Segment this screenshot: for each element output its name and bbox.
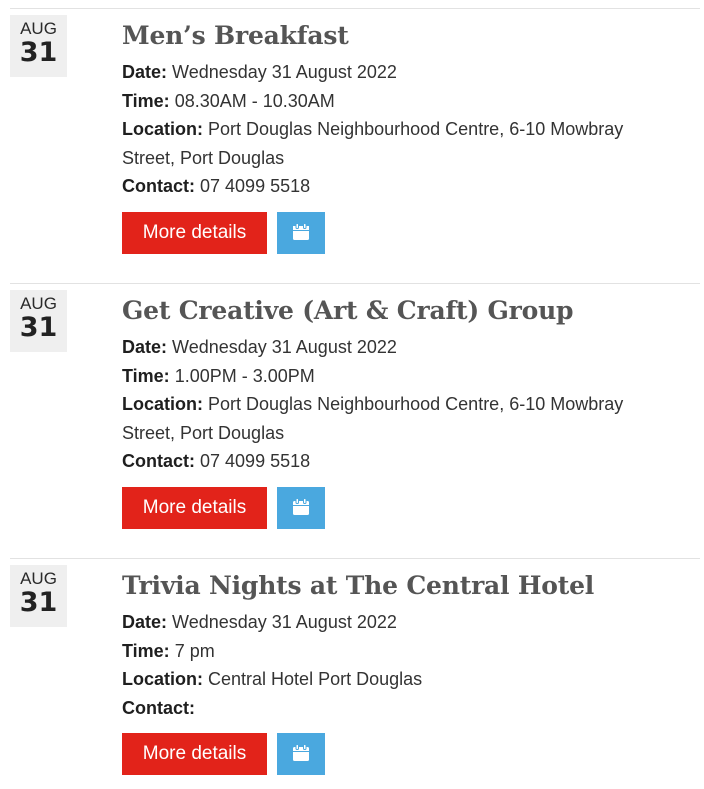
date-row: Date: Wednesday 31 August 2022 — [122, 58, 682, 87]
location-value-line2: Street, Port Douglas — [122, 422, 285, 443]
time-row: Time: 1.00PM - 3.00PM — [122, 362, 682, 391]
location-value-line1: Port Douglas Neighbourhood Centre, 6-10 … — [208, 119, 624, 140]
date-badge: AUG 31 — [10, 15, 67, 77]
contact-label: Contact: — [122, 176, 195, 197]
divider — [10, 283, 700, 284]
date-value: Wednesday 31 August 2022 — [172, 612, 397, 632]
date-label: Date: — [122, 612, 168, 632]
event-details: Date: Wednesday 31 August 2022 Time: 1.0… — [122, 333, 682, 476]
date-month: AUG — [20, 19, 57, 38]
add-to-calendar-button[interactable] — [277, 212, 325, 254]
time-label: Time: — [122, 90, 170, 111]
time-label: Time: — [122, 640, 170, 661]
location-label: Location: — [122, 669, 203, 690]
event-item: AUG 31 Men’s Breakfast Date: Wednesday 3… — [0, 8, 704, 283]
event-item: AUG 31 Get Creative (Art & Craft) Group … — [0, 283, 704, 558]
location-value-line2: Street, Port Douglas — [122, 147, 285, 168]
event-actions: More details — [122, 212, 325, 254]
add-to-calendar-button[interactable] — [277, 487, 325, 529]
time-value: 08.30AM - 10.30AM — [174, 90, 335, 111]
divider — [10, 558, 700, 559]
contact-label: Contact: — [122, 451, 195, 472]
more-details-button[interactable]: More details — [122, 487, 267, 529]
more-details-button[interactable]: More details — [122, 212, 267, 254]
calendar-icon — [291, 497, 311, 520]
date-month: AUG — [20, 569, 57, 588]
location-label: Location: — [122, 119, 203, 140]
contact-row: Contact: 07 4099 5518 — [122, 447, 682, 476]
time-row: Time: 08.30AM - 10.30AM — [122, 87, 682, 116]
time-value: 7 pm — [174, 640, 215, 661]
time-row: Time: 7 pm — [122, 637, 682, 666]
location-value-line1: Central Hotel Port Douglas — [208, 669, 423, 690]
date-day: 31 — [19, 587, 58, 618]
event-title[interactable]: Men’s Breakfast — [122, 20, 349, 52]
contact-row: Contact: 07 4099 5518 — [122, 172, 682, 201]
date-value: Wednesday 31 August 2022 — [172, 337, 397, 357]
event-title[interactable]: Trivia Nights at The Central Hotel — [122, 570, 594, 602]
date-label: Date: — [122, 337, 168, 357]
event-title[interactable]: Get Creative (Art & Craft) Group — [122, 295, 574, 327]
calendar-icon — [291, 222, 311, 245]
date-month: AUG — [20, 294, 57, 313]
date-row: Date: Wednesday 31 August 2022 — [122, 608, 682, 637]
time-label: Time: — [122, 365, 170, 386]
contact-row: Contact: — [122, 694, 682, 723]
contact-value: 07 4099 5518 — [200, 176, 311, 197]
event-actions: More details — [122, 733, 325, 775]
date-label: Date: — [122, 62, 168, 82]
location-label: Location: — [122, 394, 203, 415]
event-actions: More details — [122, 487, 325, 529]
divider — [10, 8, 700, 9]
date-badge: AUG 31 — [10, 290, 67, 352]
date-badge: AUG 31 — [10, 565, 67, 627]
location-row: Location: Central Hotel Port Douglas — [122, 665, 682, 694]
contact-value: 07 4099 5518 — [200, 451, 311, 472]
location-row: Location: Port Douglas Neighbourhood Cen… — [122, 390, 682, 447]
time-value: 1.00PM - 3.00PM — [174, 365, 315, 386]
location-row: Location: Port Douglas Neighbourhood Cen… — [122, 115, 682, 172]
date-day: 31 — [19, 312, 58, 343]
add-to-calendar-button[interactable] — [277, 733, 325, 775]
more-details-button[interactable]: More details — [122, 733, 267, 775]
event-item: AUG 31 Trivia Nights at The Central Hote… — [0, 558, 704, 789]
event-details: Date: Wednesday 31 August 2022 Time: 08.… — [122, 58, 682, 201]
date-row: Date: Wednesday 31 August 2022 — [122, 333, 682, 362]
location-value-line1: Port Douglas Neighbourhood Centre, 6-10 … — [208, 394, 624, 415]
date-value: Wednesday 31 August 2022 — [172, 62, 397, 82]
contact-label: Contact: — [122, 697, 195, 718]
calendar-icon — [291, 743, 311, 766]
event-details: Date: Wednesday 31 August 2022 Time: 7 p… — [122, 608, 682, 722]
date-day: 31 — [19, 37, 58, 68]
